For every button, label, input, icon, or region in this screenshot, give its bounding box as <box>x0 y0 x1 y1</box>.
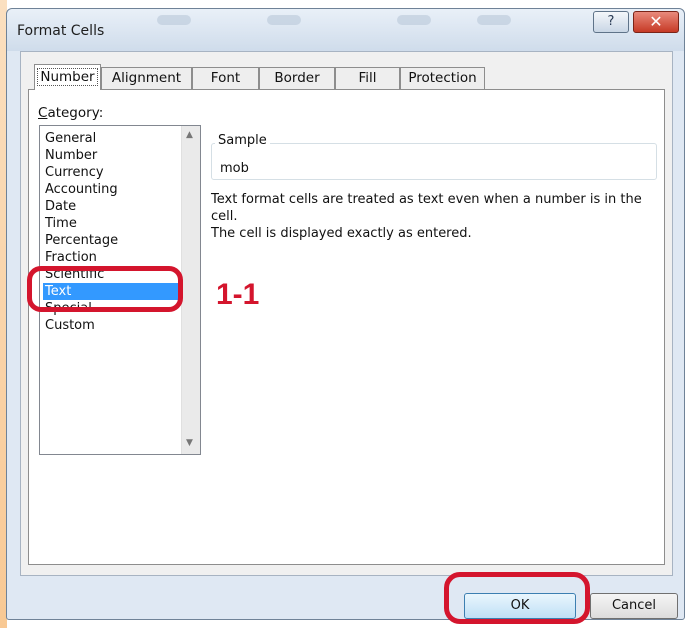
title-bar[interactable]: Format Cells ? ✕ <box>7 9 684 51</box>
list-item-currency[interactable]: Currency <box>43 164 179 181</box>
tab-fill[interactable]: Fill <box>335 67 400 89</box>
dialog-title: Format Cells <box>17 23 105 39</box>
step-annotation-label: 1-1 <box>216 278 260 311</box>
help-button[interactable]: ? <box>593 11 629 33</box>
scroll-down-icon[interactable]: ▼ <box>186 438 193 448</box>
tab-label: Alignment <box>111 70 182 86</box>
category-scrollbar[interactable]: ▲ ▼ <box>181 126 200 454</box>
list-item-number[interactable]: Number <box>43 147 179 164</box>
sample-value: mob <box>220 161 249 176</box>
tab-number[interactable]: Number <box>34 64 101 90</box>
ok-button[interactable]: OK <box>464 593 576 619</box>
close-button[interactable]: ✕ <box>633 11 679 33</box>
title-bar-blur <box>267 15 301 25</box>
list-item-text[interactable]: Text <box>43 283 179 300</box>
cancel-button[interactable]: Cancel <box>590 593 678 619</box>
tab-font[interactable]: Font <box>192 67 259 89</box>
list-item-accounting[interactable]: Accounting <box>43 181 179 198</box>
dialog-client-area: Number Alignment Font Border Fill Protec… <box>20 51 673 576</box>
tab-label: Border <box>274 70 320 86</box>
description-line-1: Text format cells are treated as text ev… <box>211 192 642 224</box>
description-line-2: The cell is displayed exactly as entered… <box>211 226 472 241</box>
sample-legend: Sample <box>215 133 270 148</box>
list-item-time[interactable]: Time <box>43 215 179 232</box>
tab-label: Number <box>37 68 98 86</box>
list-item-scientific[interactable]: Scientific <box>43 266 179 283</box>
tab-label: Font <box>210 70 241 86</box>
list-item-special[interactable]: Special <box>43 300 179 317</box>
title-bar-blur <box>157 15 191 25</box>
title-bar-blur <box>477 15 511 25</box>
help-icon: ? <box>607 14 615 29</box>
tab-protection[interactable]: Protection <box>400 67 485 89</box>
tab-label: Fill <box>358 70 377 86</box>
number-tab-panel: Category: General Number Currency Accoun… <box>28 89 665 565</box>
scroll-up-icon[interactable]: ▲ <box>186 130 193 140</box>
list-item-percentage[interactable]: Percentage <box>43 232 179 249</box>
tab-alignment[interactable]: Alignment <box>101 67 192 89</box>
list-item-custom[interactable]: Custom <box>43 317 179 334</box>
format-cells-dialog: Format Cells ? ✕ Number Alignment Font B… <box>6 8 685 620</box>
list-item-general[interactable]: General <box>43 130 179 147</box>
close-icon: ✕ <box>649 12 663 31</box>
category-listbox[interactable]: General Number Currency Accounting Date … <box>39 125 201 455</box>
category-label-rest: ategory: <box>47 105 104 121</box>
list-item-date[interactable]: Date <box>43 198 179 215</box>
format-description: Text format cells are treated as text ev… <box>211 191 664 242</box>
sample-groupbox <box>211 143 657 180</box>
category-label: Category: <box>38 105 103 121</box>
tab-border[interactable]: Border <box>259 67 335 89</box>
list-item-fraction[interactable]: Fraction <box>43 249 179 266</box>
tab-label: Protection <box>408 70 477 86</box>
title-bar-blur <box>397 15 431 25</box>
